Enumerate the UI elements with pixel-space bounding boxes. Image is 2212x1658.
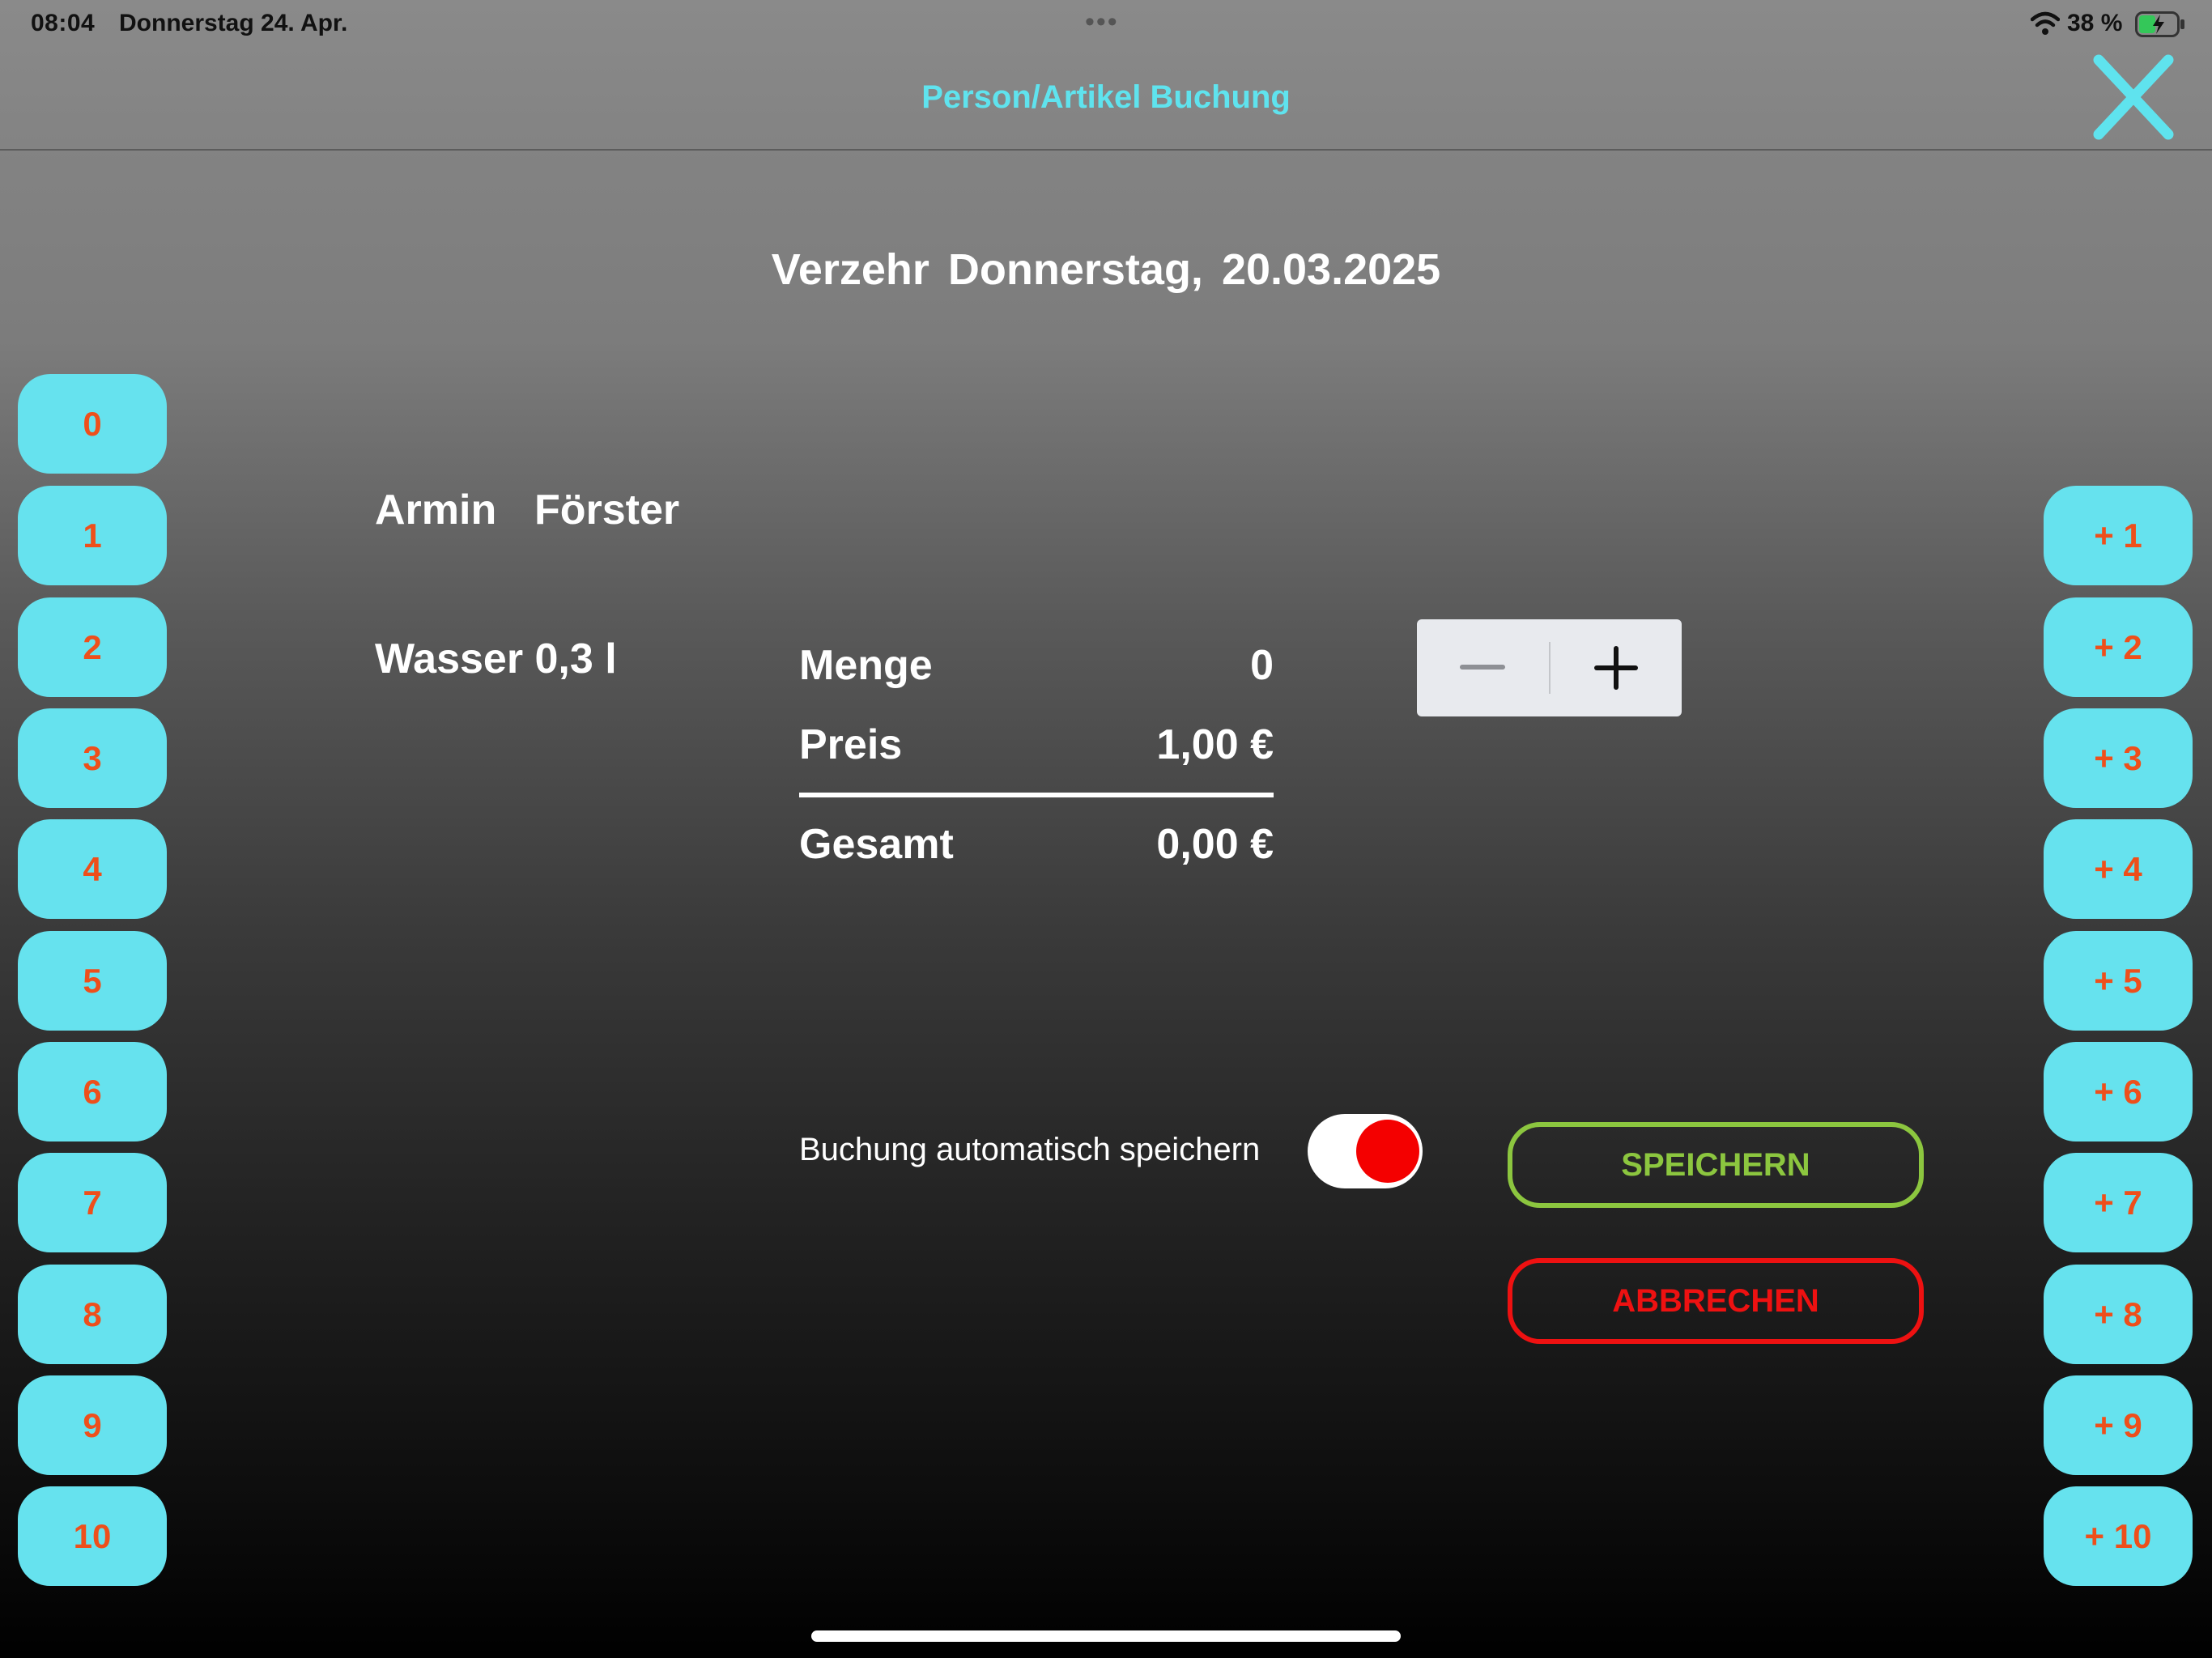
person-last-name: Förster	[534, 487, 680, 534]
quantity-stepper[interactable]	[1417, 619, 1682, 716]
battery-charging-icon	[2135, 11, 2185, 37]
summary-divider	[799, 793, 1274, 797]
header-title: Person/Artikel Buchung	[921, 79, 1291, 115]
status-date: Donnerstag 24. Apr.	[119, 10, 348, 36]
set-quantity-button-0[interactable]: 0	[18, 374, 167, 474]
add-quantity-button-1[interactable]: + 1	[2044, 486, 2193, 585]
set-quantity-button-5[interactable]: 5	[18, 931, 167, 1031]
set-quantity-button-8[interactable]: 8	[18, 1265, 167, 1364]
set-quantity-button-6[interactable]: 6	[18, 1042, 167, 1141]
total-label: Gesamt	[799, 821, 954, 868]
save-button[interactable]: SPEICHERN	[1508, 1122, 1924, 1208]
add-quantity-button-3[interactable]: + 3	[2044, 708, 2193, 808]
set-quantity-button-3[interactable]: 3	[18, 708, 167, 808]
set-quantity-button-9[interactable]: 9	[18, 1375, 167, 1475]
set-quantity-button-10[interactable]: 10	[18, 1486, 167, 1586]
wifi-icon	[2030, 11, 2061, 36]
add-quantity-button-9[interactable]: + 9	[2044, 1375, 2193, 1475]
price-value: 1,00 €	[1156, 721, 1274, 768]
auto-save-label: Buchung automatisch speichern	[799, 1132, 1261, 1167]
header-divider	[0, 149, 2212, 151]
increment-button[interactable]	[1551, 619, 1682, 716]
price-label: Preis	[799, 721, 903, 768]
plus-icon	[1593, 646, 1638, 690]
quantity-label: Menge	[799, 642, 933, 689]
set-quantity-button-1[interactable]: 1	[18, 486, 167, 585]
auto-save-toggle[interactable]	[1308, 1114, 1423, 1188]
close-icon[interactable]	[2089, 50, 2178, 144]
multitasking-dots-icon[interactable]: •••	[1085, 6, 1119, 38]
minus-icon	[1460, 665, 1506, 670]
decrement-button[interactable]	[1417, 619, 1549, 716]
cancel-button[interactable]: ABBRECHEN	[1508, 1258, 1924, 1344]
page-title: Verzehr Donnerstag, 20.03.2025	[771, 245, 1441, 294]
add-quantity-button-5[interactable]: + 5	[2044, 931, 2193, 1031]
add-quantity-button-4[interactable]: + 4	[2044, 819, 2193, 919]
battery-percentage: 38 %	[2067, 10, 2123, 36]
toggle-knob	[1356, 1120, 1419, 1183]
article-name: Wasser 0,3 l	[375, 636, 617, 682]
add-quantity-button-8[interactable]: + 8	[2044, 1265, 2193, 1364]
add-quantity-button-6[interactable]: + 6	[2044, 1042, 2193, 1141]
status-time: 08:04	[31, 10, 96, 36]
add-quantity-button-2[interactable]: + 2	[2044, 597, 2193, 697]
person-first-name: Armin	[375, 487, 497, 534]
set-quantity-button-7[interactable]: 7	[18, 1153, 167, 1252]
set-quantity-button-2[interactable]: 2	[18, 597, 167, 697]
set-quantity-button-4[interactable]: 4	[18, 819, 167, 919]
add-quantity-button-10[interactable]: + 10	[2044, 1486, 2193, 1586]
home-indicator[interactable]	[811, 1630, 1401, 1642]
add-quantity-button-7[interactable]: + 7	[2044, 1153, 2193, 1252]
total-value: 0,00 €	[1156, 821, 1274, 868]
quantity-value: 0	[1250, 642, 1274, 689]
